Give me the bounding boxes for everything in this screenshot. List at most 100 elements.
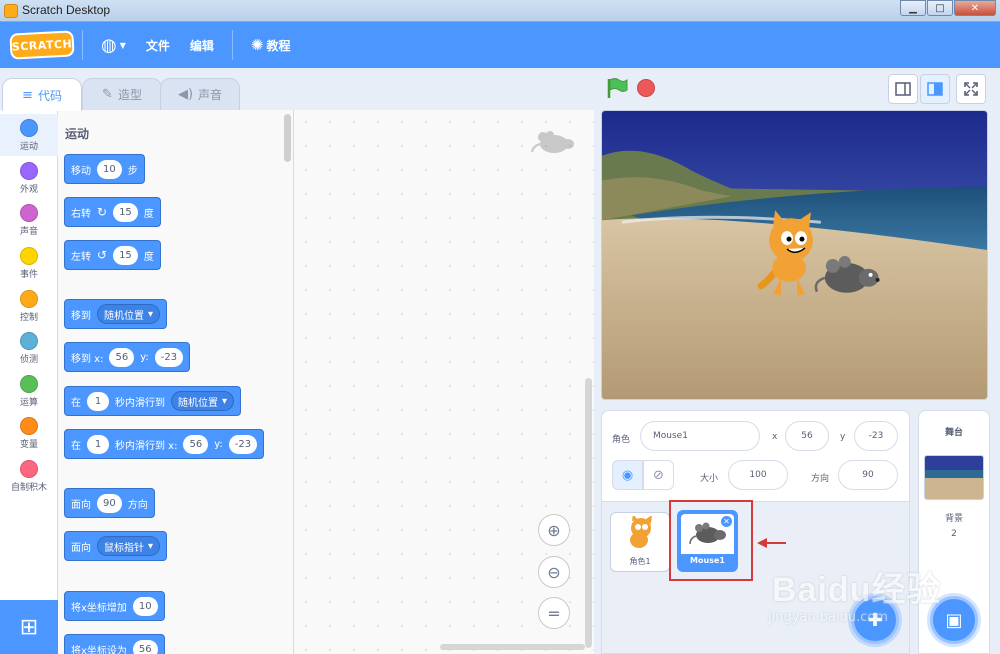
block-input[interactable]: 15 bbox=[113, 202, 138, 222]
block-input[interactable]: -23 bbox=[154, 347, 184, 367]
block-input[interactable]: 56 bbox=[132, 639, 158, 654]
block-palette: 运动 移动 10 步 右转 ↻ 15 度 左转 ↺ 15 度 移到 随机位置 ▾… bbox=[58, 110, 294, 654]
tab-sounds-label: 声音 bbox=[198, 88, 223, 102]
palette-scrollbar[interactable] bbox=[284, 114, 291, 162]
large-stage-button[interactable] bbox=[920, 74, 950, 104]
minimize-button[interactable]: ▁ bbox=[900, 0, 926, 16]
language-menu[interactable]: ◍ ▼ bbox=[91, 22, 136, 68]
block-text: 右转 bbox=[71, 208, 91, 220]
block-set-x[interactable]: 将x坐标设为 56 bbox=[64, 634, 165, 654]
block-goto-xy[interactable]: 移到 x: 56 y: -23 bbox=[64, 342, 191, 372]
tab-code[interactable]: ≡ 代码 bbox=[2, 78, 82, 111]
block-glide-to[interactable]: 在 1 秒内滑行到 随机位置 ▾ bbox=[64, 386, 242, 416]
y-input[interactable]: -23 bbox=[854, 421, 898, 451]
block-text: 度 bbox=[143, 251, 154, 263]
fullscreen-button[interactable] bbox=[956, 74, 986, 104]
block-text: 面向 bbox=[71, 499, 91, 511]
stop-button[interactable] bbox=[637, 79, 655, 97]
lightbulb-icon: ✺ bbox=[250, 36, 264, 54]
category-dot bbox=[20, 460, 38, 478]
block-glide-xy[interactable]: 在 1 秒内滑行到 x: 56 y: -23 bbox=[64, 429, 265, 459]
block-input[interactable]: 56 bbox=[109, 347, 135, 367]
category-sensing[interactable]: 侦测 bbox=[0, 327, 58, 369]
edit-menu[interactable]: 编辑 bbox=[180, 22, 224, 68]
large-stage-icon bbox=[927, 82, 943, 96]
stage-canvas[interactable] bbox=[601, 110, 988, 400]
fullscreen-icon bbox=[964, 82, 978, 96]
sprite-tile-cat[interactable]: 角色1 bbox=[610, 512, 670, 572]
scratch-logo[interactable]: SCRATCH bbox=[9, 30, 75, 60]
x-input[interactable]: 56 bbox=[785, 421, 829, 451]
dropdown-value: 随机位置 bbox=[104, 310, 144, 322]
block-input[interactable]: 56 bbox=[183, 434, 209, 454]
category-dot bbox=[20, 290, 38, 308]
sprite-name-input[interactable]: Mouse1 bbox=[640, 421, 760, 451]
app-icon bbox=[4, 4, 18, 18]
zoom-in-button[interactable]: ⊕ bbox=[538, 514, 570, 546]
direction-input[interactable]: 90 bbox=[838, 460, 898, 490]
block-input[interactable]: 10 bbox=[97, 159, 122, 179]
block-dropdown[interactable]: 随机位置 ▾ bbox=[171, 391, 235, 411]
x-label: x bbox=[772, 432, 778, 442]
block-point-towards[interactable]: 面向 鼠标指针 ▾ bbox=[64, 531, 168, 561]
menu-bar: SCRATCH ◍ ▼ 文件 编辑 ✺ 教程 bbox=[0, 22, 1000, 68]
category-label: 事件 bbox=[19, 270, 38, 280]
tab-sounds[interactable]: ◀) 声音 bbox=[160, 78, 240, 110]
zoom-out-button[interactable]: ⊖ bbox=[538, 556, 570, 588]
block-text: 面向 bbox=[71, 542, 91, 554]
block-dropdown[interactable]: 随机位置 ▾ bbox=[97, 304, 161, 324]
tab-costumes[interactable]: ✎ 造型 bbox=[82, 78, 162, 110]
y-label: y bbox=[840, 432, 846, 442]
block-input[interactable]: 1 bbox=[87, 434, 109, 454]
block-input[interactable]: 10 bbox=[132, 596, 158, 616]
hide-sprite-button[interactable]: ⊘ bbox=[643, 460, 674, 490]
category-operators[interactable]: 运算 bbox=[0, 370, 58, 412]
category-label: 侦测 bbox=[19, 355, 38, 365]
workspace-vertical-scrollbar[interactable] bbox=[585, 378, 592, 648]
rotate-counterclockwise-icon: ↺ bbox=[97, 248, 108, 262]
tutorials-menu[interactable]: ✺ 教程 bbox=[241, 22, 301, 68]
block-categories: 运动 外观 声音 事件 控制 侦测 运算 变量 自制积木 bbox=[0, 110, 58, 600]
backdrop-thumbnail bbox=[925, 456, 983, 499]
block-input[interactable]: 1 bbox=[87, 391, 109, 411]
block-turn-right[interactable]: 右转 ↻ 15 度 bbox=[64, 197, 161, 227]
category-dot bbox=[20, 375, 38, 393]
block-input[interactable]: 90 bbox=[97, 493, 122, 513]
file-menu[interactable]: 文件 bbox=[136, 22, 180, 68]
block-input[interactable]: 15 bbox=[113, 245, 138, 265]
close-button[interactable]: ✕ bbox=[954, 0, 996, 16]
small-stage-button[interactable] bbox=[888, 74, 918, 104]
caret-down-icon: ▾ bbox=[148, 308, 154, 320]
category-dot bbox=[20, 332, 38, 350]
backdrops-label: 背景 bbox=[944, 514, 963, 524]
category-motion[interactable]: 运动 bbox=[0, 114, 58, 156]
baidu-watermark: Baidu经验 jingyan.baidu.com bbox=[760, 542, 950, 632]
window-title: Scratch Desktop bbox=[22, 3, 111, 17]
block-change-x[interactable]: 将x坐标增加 10 bbox=[64, 591, 165, 621]
category-my-blocks[interactable]: 自制积木 bbox=[0, 455, 58, 497]
green-flag-icon[interactable] bbox=[606, 77, 628, 99]
block-dropdown[interactable]: 鼠标指针 ▾ bbox=[97, 536, 161, 556]
block-input[interactable]: -23 bbox=[228, 434, 258, 454]
category-control[interactable]: 控制 bbox=[0, 285, 58, 327]
size-input[interactable]: 100 bbox=[728, 460, 788, 490]
block-goto[interactable]: 移到 随机位置 ▾ bbox=[64, 299, 168, 329]
category-events[interactable]: 事件 bbox=[0, 242, 58, 284]
workspace-horizontal-scrollbar[interactable] bbox=[440, 644, 585, 650]
zoom-reset-button[interactable]: = bbox=[538, 597, 570, 629]
tab-costumes-label: 造型 bbox=[117, 88, 142, 102]
maximize-button[interactable]: □ bbox=[927, 0, 953, 16]
block-text: 在 bbox=[71, 440, 81, 452]
block-text: 移动 bbox=[71, 165, 91, 177]
block-move-steps[interactable]: 移动 10 步 bbox=[64, 154, 145, 184]
show-sprite-button[interactable]: ◉ bbox=[612, 460, 643, 490]
add-extension-button[interactable]: ⊞ bbox=[0, 600, 58, 654]
zoom-out-icon: ⊖ bbox=[547, 562, 561, 582]
category-looks[interactable]: 外观 bbox=[0, 157, 58, 199]
block-point-direction[interactable]: 面向 90 方向 bbox=[64, 488, 155, 518]
category-sound[interactable]: 声音 bbox=[0, 199, 58, 241]
block-text: 在 bbox=[71, 397, 81, 409]
category-variables[interactable]: 变量 bbox=[0, 412, 58, 454]
category-dot bbox=[20, 119, 38, 137]
block-turn-left[interactable]: 左转 ↺ 15 度 bbox=[64, 240, 161, 270]
